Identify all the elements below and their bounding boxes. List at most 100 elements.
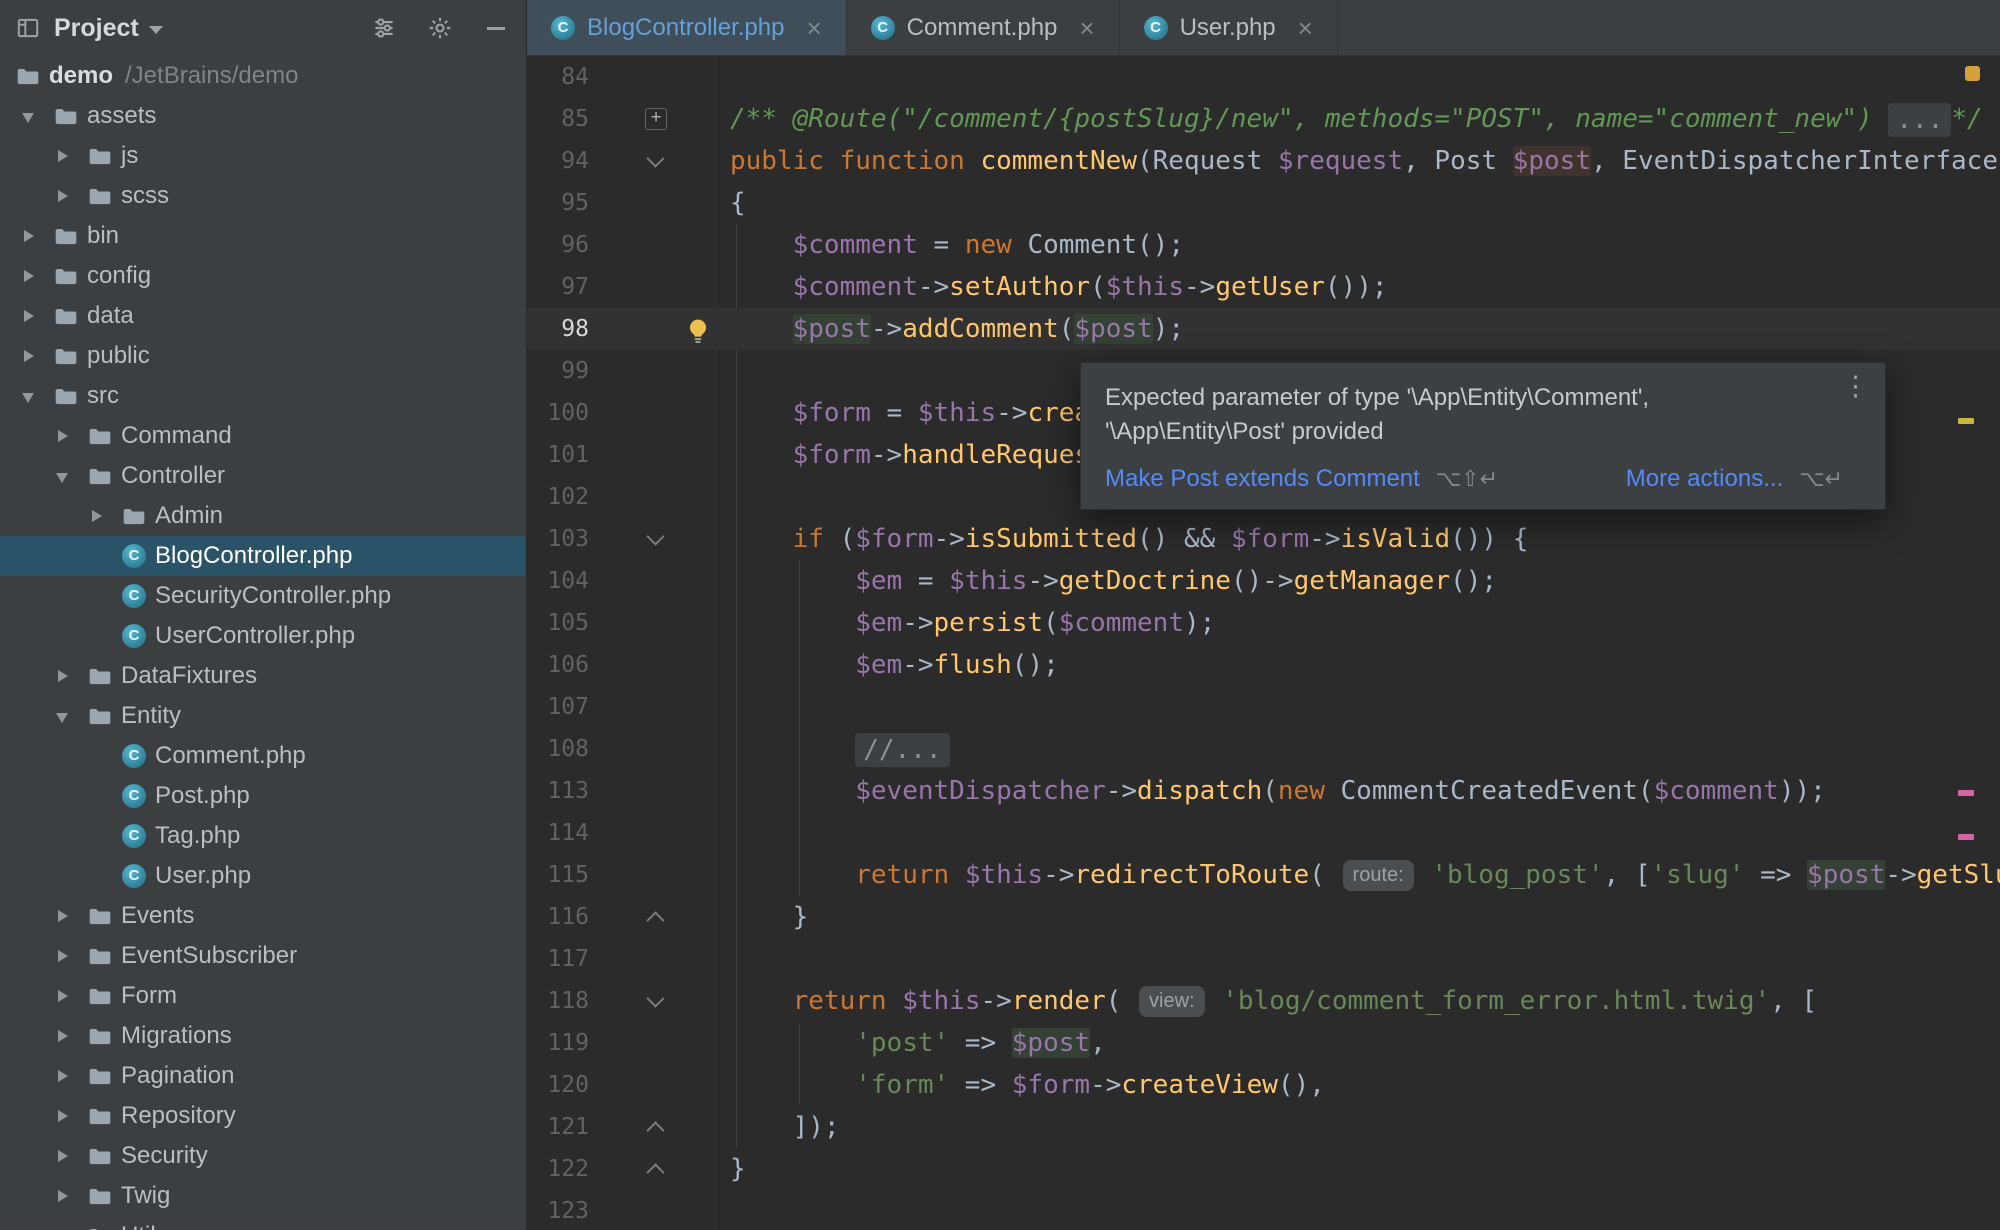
tab-user-php[interactable]: C User.php × bbox=[1120, 0, 1338, 55]
tree-item-assets[interactable]: assets bbox=[0, 96, 526, 136]
code-line-105[interactable]: 105 $em->persist($comment); bbox=[527, 602, 2000, 644]
code-line-123[interactable]: 123 bbox=[527, 1190, 2000, 1230]
chevron-right-icon[interactable] bbox=[54, 190, 88, 202]
chevron-right-icon[interactable] bbox=[54, 670, 88, 682]
fold-start-icon[interactable] bbox=[642, 518, 668, 560]
close-icon[interactable]: × bbox=[806, 15, 821, 41]
problems-indicator[interactable] bbox=[1965, 66, 1980, 81]
code-line-97[interactable]: 97 $comment->setAuthor($this->getUser())… bbox=[527, 266, 2000, 308]
code-line-119[interactable]: 119 'post' => $post, bbox=[527, 1022, 2000, 1064]
fold-end-icon[interactable] bbox=[642, 1148, 668, 1190]
intention-bulb-icon[interactable] bbox=[683, 316, 713, 346]
tree-item-comment-php[interactable]: C Comment.php bbox=[0, 736, 526, 776]
chevron-right-icon[interactable] bbox=[54, 1190, 88, 1202]
code-line-96[interactable]: 96 $comment = new Comment(); bbox=[527, 224, 2000, 266]
code-line-114[interactable]: 114 bbox=[527, 812, 2000, 854]
tab-blogcontroller-php[interactable]: C BlogController.php × bbox=[527, 0, 847, 55]
quickfix-link[interactable]: Make Post extends Comment bbox=[1105, 465, 1420, 493]
fold-end-icon[interactable] bbox=[642, 1106, 668, 1148]
chevron-right-icon[interactable] bbox=[88, 510, 122, 522]
chevron-right-icon[interactable] bbox=[54, 1110, 88, 1122]
more-actions-link[interactable]: More actions... bbox=[1626, 465, 1783, 493]
chevron-down-icon[interactable] bbox=[148, 25, 163, 34]
tab-comment-php[interactable]: C Comment.php × bbox=[847, 0, 1120, 55]
chevron-down-icon[interactable] bbox=[20, 110, 54, 123]
chevron-right-icon[interactable] bbox=[54, 990, 88, 1002]
tree-item-security[interactable]: Security bbox=[0, 1136, 526, 1176]
tree-item-bin[interactable]: bin bbox=[0, 216, 526, 256]
chevron-right-icon[interactable] bbox=[54, 950, 88, 962]
code-line-98[interactable]: 98 $post->addComment($post); bbox=[527, 308, 2000, 350]
tree-item-controller[interactable]: Controller bbox=[0, 456, 526, 496]
code-line-122[interactable]: 122} bbox=[527, 1148, 2000, 1190]
stripe-mark-change[interactable] bbox=[1958, 790, 1974, 796]
tree-item-securitycontroller-php[interactable]: C SecurityController.php bbox=[0, 576, 526, 616]
chevron-right-icon[interactable] bbox=[54, 1030, 88, 1042]
code-line-103[interactable]: 103 if ($form->isSubmitted() && $form->i… bbox=[527, 518, 2000, 560]
tree-item-user-php[interactable]: C User.php bbox=[0, 856, 526, 896]
chevron-right-icon[interactable] bbox=[54, 430, 88, 442]
chevron-right-icon[interactable] bbox=[54, 150, 88, 162]
fold-start-icon[interactable] bbox=[642, 140, 668, 182]
code-line-117[interactable]: 117 bbox=[527, 938, 2000, 980]
code-line-107[interactable]: 107 bbox=[527, 686, 2000, 728]
chevron-right-icon[interactable] bbox=[20, 230, 54, 242]
code-line-95[interactable]: 95 { bbox=[527, 182, 2000, 224]
chevron-right-icon[interactable] bbox=[20, 270, 54, 282]
code-line-118[interactable]: 118 return $this->render( view: 'blog/co… bbox=[527, 980, 2000, 1022]
code-line-116[interactable]: 116 } bbox=[527, 896, 2000, 938]
close-icon[interactable]: × bbox=[1079, 15, 1094, 41]
tree-item-pagination[interactable]: Pagination bbox=[0, 1056, 526, 1096]
tree-item-events[interactable]: Events bbox=[0, 896, 526, 936]
code-line-120[interactable]: 120 'form' => $form->createView(), bbox=[527, 1064, 2000, 1106]
tree-item-migrations[interactable]: Migrations bbox=[0, 1016, 526, 1056]
fold-end-icon[interactable] bbox=[642, 896, 668, 938]
tree-item-config[interactable]: config bbox=[0, 256, 526, 296]
view-options-icon[interactable] bbox=[368, 12, 400, 44]
tree-item-admin[interactable]: Admin bbox=[0, 496, 526, 536]
chevron-right-icon[interactable] bbox=[54, 910, 88, 922]
code-line-108[interactable]: 108 //... bbox=[527, 728, 2000, 770]
stripe-mark-warning[interactable] bbox=[1958, 418, 1974, 424]
tree-item-twig[interactable]: Twig bbox=[0, 1176, 526, 1216]
tree-item-src[interactable]: src bbox=[0, 376, 526, 416]
tree-item-datafixtures[interactable]: DataFixtures bbox=[0, 656, 526, 696]
chevron-down-icon[interactable] bbox=[54, 710, 88, 723]
tree-item-scss[interactable]: scss bbox=[0, 176, 526, 216]
stripe-mark-change[interactable] bbox=[1958, 834, 1974, 840]
chevron-right-icon[interactable] bbox=[20, 350, 54, 362]
tree-item-post-php[interactable]: C Post.php bbox=[0, 776, 526, 816]
tree-item-blogcontroller-php[interactable]: C BlogController.php bbox=[0, 536, 526, 576]
chevron-right-icon[interactable] bbox=[20, 310, 54, 322]
tree-item-data[interactable]: data bbox=[0, 296, 526, 336]
chevron-right-icon[interactable] bbox=[54, 1070, 88, 1082]
hide-panel-icon[interactable] bbox=[480, 12, 512, 44]
code-line-115[interactable]: 115 return $this->redirectToRoute( route… bbox=[527, 854, 2000, 896]
project-tool-window-icon[interactable] bbox=[12, 12, 44, 44]
chevron-down-icon[interactable] bbox=[20, 390, 54, 403]
tree-item-utils[interactable]: Utils bbox=[0, 1216, 526, 1230]
code-line-104[interactable]: 104 $em = $this->getDoctrine()->getManag… bbox=[527, 560, 2000, 602]
code-line-121[interactable]: 121 ]); bbox=[527, 1106, 2000, 1148]
kebab-menu-icon[interactable]: ⋮ bbox=[1842, 373, 1869, 400]
gear-icon[interactable] bbox=[424, 12, 456, 44]
project-panel-title[interactable]: Project bbox=[54, 14, 139, 43]
chevron-down-icon[interactable] bbox=[54, 470, 88, 483]
chevron-right-icon[interactable] bbox=[54, 1150, 88, 1162]
code-line-113[interactable]: 113 $eventDispatcher->dispatch(new Comme… bbox=[527, 770, 2000, 812]
tree-item-public[interactable]: public bbox=[0, 336, 526, 376]
code-line-85[interactable]: 85 /** @Route("/comment/{postSlug}/new", … bbox=[527, 98, 2000, 140]
close-icon[interactable]: × bbox=[1298, 15, 1313, 41]
tree-item-js[interactable]: js bbox=[0, 136, 526, 176]
tree-item-eventsubscriber[interactable]: EventSubscriber bbox=[0, 936, 526, 976]
fold-collapsed-icon[interactable] bbox=[642, 98, 668, 140]
tree-item-entity[interactable]: Entity bbox=[0, 696, 526, 736]
tree-item-form[interactable]: Form bbox=[0, 976, 526, 1016]
fold-start-icon[interactable] bbox=[642, 980, 668, 1022]
code-line-84[interactable]: 84 bbox=[527, 56, 2000, 98]
tree-item-tag-php[interactable]: C Tag.php bbox=[0, 816, 526, 856]
tree-item-usercontroller-php[interactable]: C UserController.php bbox=[0, 616, 526, 656]
code-line-94[interactable]: 94 public function commentNew(Request $re… bbox=[527, 140, 2000, 182]
code-line-106[interactable]: 106 $em->flush(); bbox=[527, 644, 2000, 686]
tree-item-command[interactable]: Command bbox=[0, 416, 526, 456]
